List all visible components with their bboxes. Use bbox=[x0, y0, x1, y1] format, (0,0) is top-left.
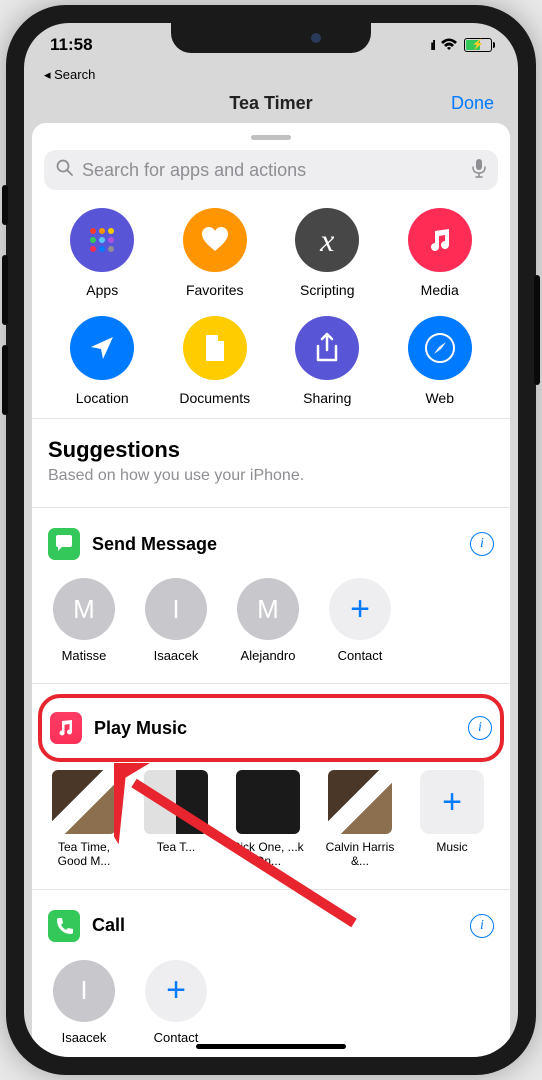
music-row: Tea Time, Good M... Tea T... Pick One, .… bbox=[44, 762, 498, 879]
phone-frame: 11:58 ıl ⚡ ◂ Search Tea Timer Done bbox=[6, 5, 536, 1075]
album-art bbox=[328, 770, 392, 834]
category-label: Sharing bbox=[303, 390, 351, 406]
category-label: Documents bbox=[179, 390, 250, 406]
script-icon: x bbox=[320, 222, 334, 259]
plus-icon: + bbox=[329, 578, 391, 640]
search-bar[interactable] bbox=[44, 150, 498, 190]
play-music-header[interactable]: Play Music i bbox=[46, 702, 496, 754]
divider bbox=[32, 507, 510, 508]
music-label: Tea T... bbox=[157, 840, 195, 854]
highlight-annotation: Play Music i bbox=[38, 694, 504, 762]
avatar: M bbox=[237, 578, 299, 640]
plus-icon: + bbox=[145, 960, 207, 1022]
grid-icon bbox=[87, 225, 117, 255]
action-sheet: Apps Favorites x Scripting Media Locatio… bbox=[32, 123, 510, 1057]
contact-item[interactable]: M Matisse bbox=[48, 578, 120, 663]
contact-item[interactable]: I Isaacek bbox=[140, 578, 212, 663]
contact-label: Isaacek bbox=[62, 1030, 107, 1045]
album-art bbox=[236, 770, 300, 834]
add-label: Music bbox=[436, 840, 467, 854]
phone-screen: 11:58 ıl ⚡ ◂ Search Tea Timer Done bbox=[24, 23, 518, 1057]
location-icon bbox=[87, 333, 117, 363]
add-music-button[interactable]: + Music bbox=[416, 770, 488, 869]
add-label: Contact bbox=[154, 1030, 199, 1045]
category-scripting[interactable]: x Scripting bbox=[275, 208, 380, 298]
contact-label: Matisse bbox=[62, 648, 107, 663]
avatar: I bbox=[145, 578, 207, 640]
album-art bbox=[52, 770, 116, 834]
music-label: Tea Time, Good M... bbox=[48, 840, 120, 869]
music-icon bbox=[56, 718, 76, 738]
add-contact-button[interactable]: + Contact bbox=[140, 960, 212, 1045]
category-label: Scripting bbox=[300, 282, 354, 298]
music-item[interactable]: Tea Time, Good M... bbox=[48, 770, 120, 869]
music-icon bbox=[425, 225, 455, 255]
header-row: Tea Timer Done bbox=[24, 89, 518, 114]
category-documents[interactable]: Documents bbox=[163, 316, 268, 406]
music-label: Pick One, ...k On... bbox=[232, 840, 304, 869]
status-time: 11:58 bbox=[50, 35, 93, 55]
battery-icon: ⚡ bbox=[464, 38, 492, 52]
contact-item[interactable]: I Isaacek bbox=[48, 960, 120, 1045]
info-icon[interactable]: i bbox=[470, 914, 494, 938]
message-icon bbox=[53, 533, 75, 555]
category-label: Media bbox=[421, 282, 459, 298]
compass-icon bbox=[423, 331, 457, 365]
category-web[interactable]: Web bbox=[388, 316, 493, 406]
category-favorites[interactable]: Favorites bbox=[163, 208, 268, 298]
avatar: M bbox=[53, 578, 115, 640]
category-label: Apps bbox=[86, 282, 118, 298]
notch bbox=[171, 23, 371, 53]
send-message-title: Send Message bbox=[92, 534, 458, 555]
back-nav[interactable]: ◂ Search bbox=[24, 67, 518, 89]
add-contact-button[interactable]: + Contact bbox=[324, 578, 396, 663]
signal-icon: ıl bbox=[430, 37, 434, 53]
contact-label: Alejandro bbox=[241, 648, 296, 663]
heart-icon bbox=[198, 223, 232, 257]
send-message-header[interactable]: Send Message i bbox=[44, 518, 498, 570]
sheet-grabber[interactable] bbox=[251, 135, 291, 140]
avatar: I bbox=[53, 960, 115, 1022]
contact-label: Isaacek bbox=[154, 648, 199, 663]
page-title: Tea Timer bbox=[229, 93, 312, 114]
music-label: Calvin Harris &... bbox=[324, 840, 396, 869]
search-icon bbox=[56, 159, 74, 182]
info-icon[interactable]: i bbox=[468, 716, 492, 740]
home-indicator[interactable] bbox=[196, 1044, 346, 1049]
category-label: Favorites bbox=[186, 282, 244, 298]
call-header[interactable]: Call i bbox=[44, 900, 498, 952]
music-item[interactable]: Calvin Harris &... bbox=[324, 770, 396, 869]
call-title: Call bbox=[92, 915, 458, 936]
share-icon bbox=[313, 332, 341, 364]
music-item[interactable]: Tea T... bbox=[140, 770, 212, 869]
contacts-row: M Matisse I Isaacek M Alejandro + Contac… bbox=[44, 570, 498, 673]
mic-icon[interactable] bbox=[472, 158, 486, 183]
suggestions-title: Suggestions bbox=[44, 429, 498, 467]
divider bbox=[32, 683, 510, 684]
play-music-title: Play Music bbox=[94, 718, 456, 739]
category-label: Location bbox=[76, 390, 129, 406]
categories-grid: Apps Favorites x Scripting Media Locatio… bbox=[44, 208, 498, 406]
phone-icon bbox=[54, 916, 74, 936]
music-item[interactable]: Pick One, ...k On... bbox=[232, 770, 304, 869]
document-icon bbox=[202, 333, 228, 363]
add-label: Contact bbox=[338, 648, 383, 663]
category-label: Web bbox=[425, 390, 454, 406]
divider bbox=[32, 418, 510, 419]
divider bbox=[32, 889, 510, 890]
call-contacts-row: I Isaacek + Contact bbox=[44, 952, 498, 1055]
search-input[interactable] bbox=[82, 160, 464, 181]
category-sharing[interactable]: Sharing bbox=[275, 316, 380, 406]
category-media[interactable]: Media bbox=[388, 208, 493, 298]
done-button[interactable]: Done bbox=[451, 93, 494, 114]
info-icon[interactable]: i bbox=[470, 532, 494, 556]
category-apps[interactable]: Apps bbox=[50, 208, 155, 298]
suggestions-subtitle: Based on how you use your iPhone. bbox=[44, 467, 498, 497]
plus-icon: + bbox=[420, 770, 484, 834]
contact-item[interactable]: M Alejandro bbox=[232, 578, 304, 663]
album-art bbox=[144, 770, 208, 834]
wifi-icon bbox=[440, 38, 458, 52]
category-location[interactable]: Location bbox=[50, 316, 155, 406]
